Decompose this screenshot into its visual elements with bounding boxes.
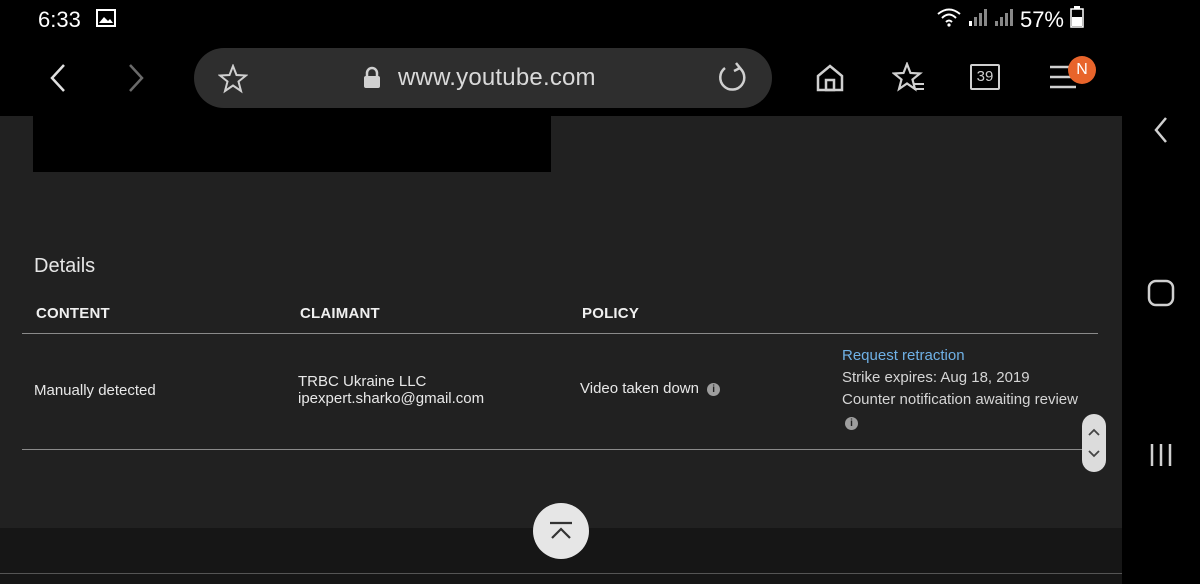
scroll-arrows-icon (1088, 428, 1100, 458)
url-text: www.youtube.com (398, 64, 596, 91)
video-thumbnail (33, 116, 551, 172)
recents-icon (1150, 444, 1172, 466)
claimant-name: TRBC Ukraine LLC (298, 373, 427, 390)
home-icon[interactable] (814, 62, 846, 99)
column-header-claimant: CLAIMANT (300, 305, 380, 322)
tabs-button[interactable]: 39 (970, 64, 1000, 90)
back-button[interactable] (40, 60, 76, 96)
scroll-top-icon (550, 521, 572, 539)
battery-icon (1070, 6, 1084, 33)
battery-percent: 57% (1019, 6, 1064, 32)
column-header-content: CONTENT (36, 305, 110, 322)
chevron-left-icon (50, 64, 65, 92)
status-time: 6:33 (38, 7, 81, 32)
address-bar[interactable]: www.youtube.com (194, 48, 772, 108)
page-content: Details CONTENT CLAIMANT POLICY Manually… (0, 116, 1122, 528)
signal-icon (968, 7, 988, 32)
bookmark-star-icon[interactable] (217, 63, 249, 99)
policy-cell: Video taken down i (580, 380, 721, 397)
chevron-right-icon (129, 64, 144, 92)
request-retraction-link[interactable]: Request retraction (842, 347, 965, 364)
lock-icon (362, 66, 382, 95)
policy-text: Video taken down (580, 380, 699, 397)
wifi-icon (936, 7, 962, 32)
gallery-icon (96, 9, 116, 32)
table-header-divider (22, 333, 1098, 334)
scroll-to-top-button[interactable] (533, 503, 589, 559)
browser-toolbar: www.youtube.com (0, 40, 1122, 116)
table-row-divider (22, 449, 1098, 450)
status-indicators: 57% (936, 6, 1084, 33)
counter-notification-status: Counter notification awaiting review (842, 391, 1078, 408)
details-heading: Details (34, 255, 96, 277)
column-header-policy: POLICY (582, 305, 640, 322)
system-back-button[interactable] (1122, 116, 1200, 144)
content-cell: Manually detected (34, 382, 156, 399)
system-home-button[interactable] (1122, 279, 1200, 307)
system-recents-button[interactable] (1122, 442, 1200, 468)
footer-divider (0, 573, 1122, 574)
tab-count: 39 (976, 68, 994, 85)
info-icon[interactable]: i (845, 416, 858, 430)
row-scroll-control[interactable] (1082, 414, 1106, 472)
strike-expires: Strike expires: Aug 18, 2019 (842, 369, 1030, 386)
chevron-left-icon (1154, 117, 1167, 143)
home-square-icon (1147, 279, 1175, 307)
system-nav-bar (1122, 0, 1200, 584)
claimant-email: ipexpert.sharko@gmail.com (298, 390, 485, 407)
signal-icon-2 (994, 7, 1014, 32)
info-icon[interactable]: i (707, 382, 721, 396)
bookmarks-icon[interactable] (891, 60, 926, 99)
reload-icon[interactable] (716, 62, 748, 99)
notification-badge: N (1068, 56, 1096, 84)
forward-button[interactable] (118, 60, 154, 96)
counter-info-icon[interactable]: i (845, 414, 858, 431)
status-bar: 6:33 57% (0, 0, 1122, 40)
